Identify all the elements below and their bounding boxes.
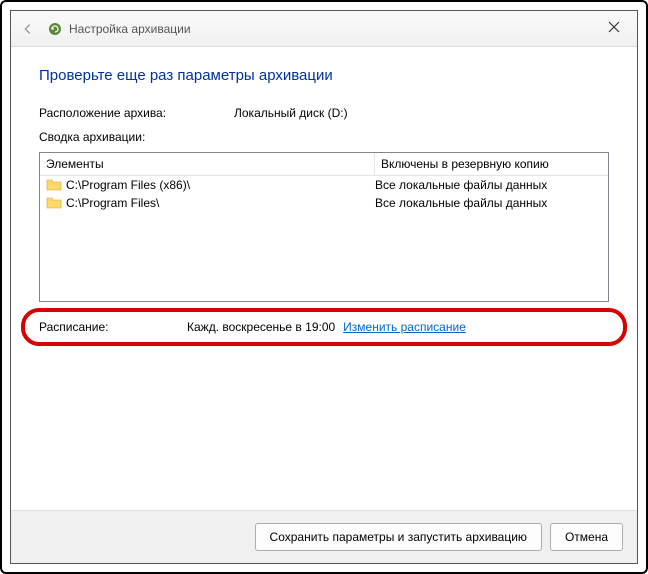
save-button[interactable]: Сохранить параметры и запустить архиваци…	[255, 523, 542, 551]
folder-icon	[46, 178, 62, 192]
schedule-label: Расписание:	[39, 320, 187, 334]
folder-icon	[46, 196, 62, 210]
cancel-button[interactable]: Отмена	[550, 523, 623, 551]
row-path: C:\Program Files\	[66, 196, 159, 210]
summary-label: Сводка архивации:	[39, 130, 609, 144]
table-row[interactable]: C:\Program Files (x86)\ Все локальные фа…	[40, 176, 608, 194]
close-button[interactable]	[591, 11, 637, 43]
location-value: Локальный диск (D:)	[234, 106, 348, 120]
table-row[interactable]: C:\Program Files\ Все локальные файлы да…	[40, 194, 608, 212]
change-schedule-link[interactable]: Изменить расписание	[343, 320, 466, 334]
col-included[interactable]: Включены в резервную копию	[375, 153, 608, 175]
schedule-value: Кажд. воскресенье в 19:00	[187, 320, 335, 334]
window-title: Настройка архивации	[69, 22, 191, 36]
footer: Сохранить параметры и запустить архиваци…	[11, 510, 637, 563]
backup-icon	[47, 21, 63, 37]
row-included: Все локальные файлы данных	[375, 196, 602, 210]
col-elements[interactable]: Элементы	[40, 153, 375, 175]
back-button[interactable]	[19, 20, 37, 38]
location-label: Расположение архива:	[39, 106, 234, 120]
summary-table: Элементы Включены в резервную копию C:\P…	[39, 152, 609, 302]
row-included: Все локальные файлы данных	[375, 178, 602, 192]
page-heading: Проверьте еще раз параметры архивации	[39, 67, 609, 84]
titlebar: Настройка архивации	[11, 11, 637, 47]
row-path: C:\Program Files (x86)\	[66, 178, 190, 192]
